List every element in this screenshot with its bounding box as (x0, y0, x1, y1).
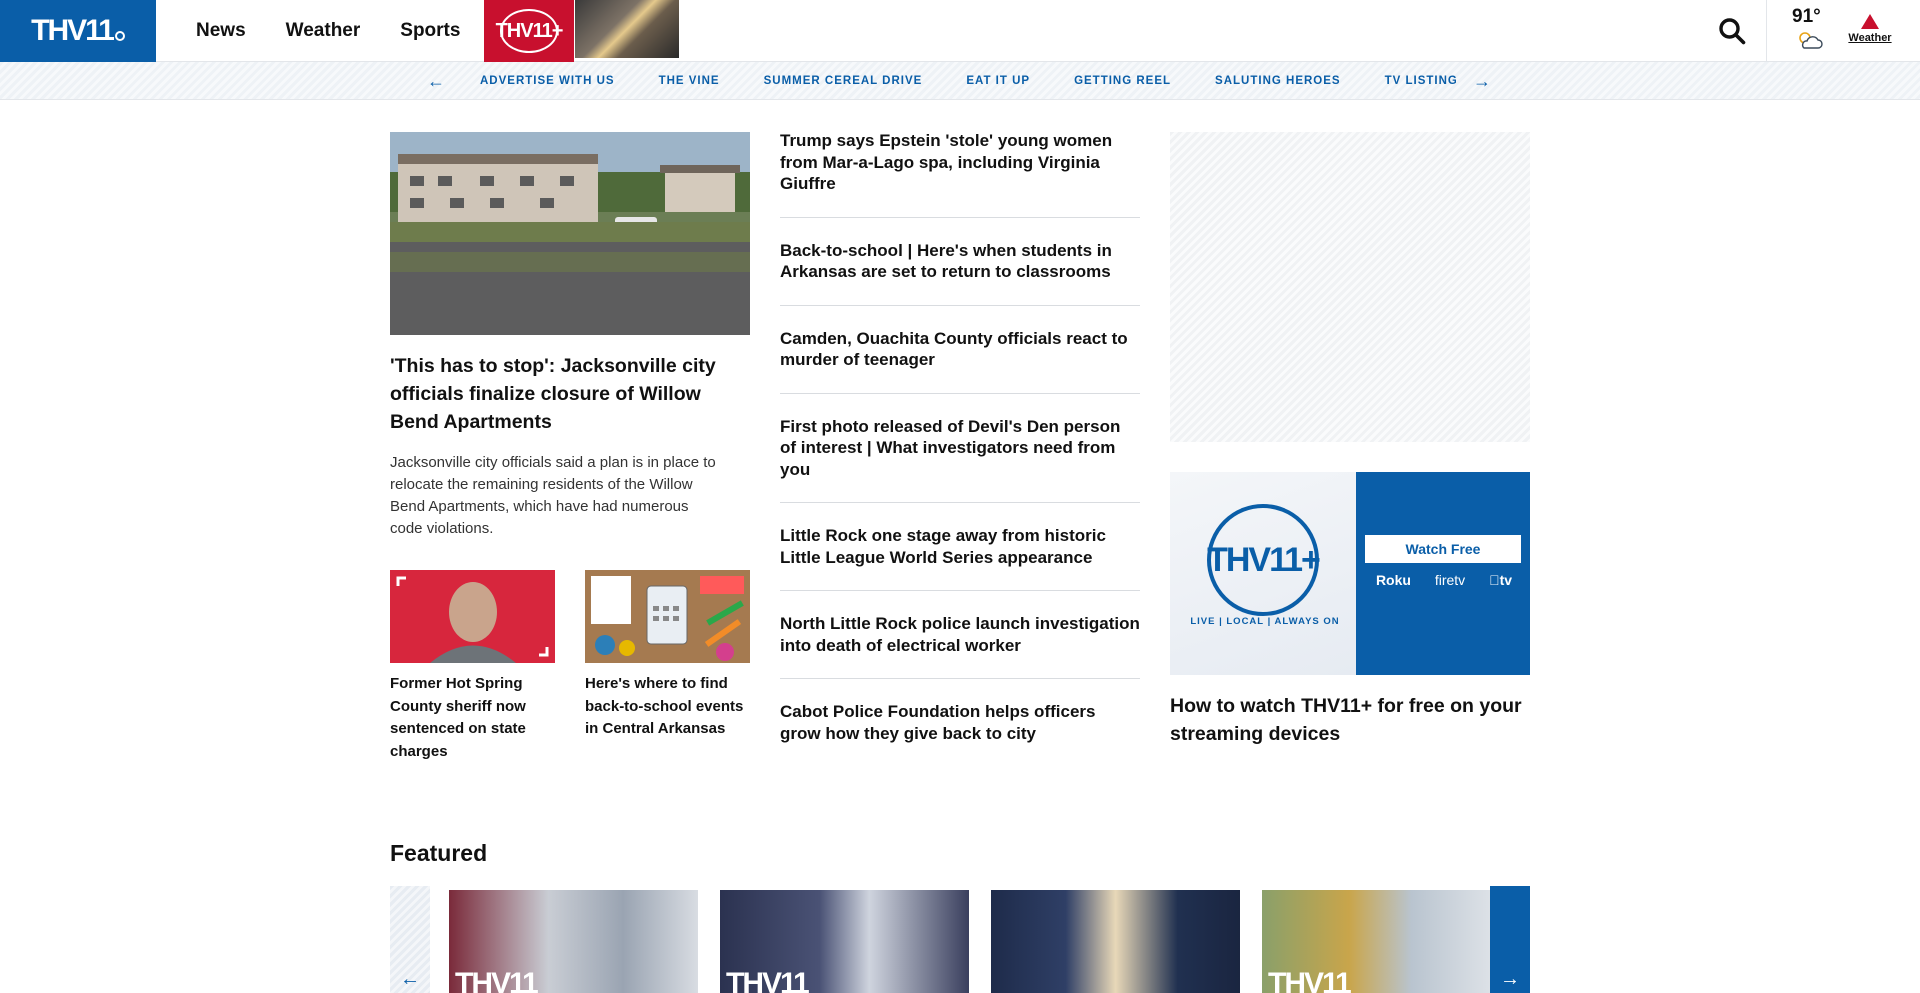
promo-thumbnail[interactable] (575, 0, 679, 58)
logo-dot-icon (114, 31, 125, 41)
headline-item[interactable]: Camden, Ouachita County officials react … (780, 328, 1140, 394)
apartment-photo (390, 132, 750, 335)
lead-story-title[interactable]: 'This has to stop': Jacksonville city of… (390, 352, 754, 436)
featured-heading: Featured (390, 840, 488, 866)
search-button[interactable] (1710, 10, 1754, 52)
subnav-item[interactable]: THE VINE (659, 75, 720, 87)
apple-tv-logo: tv (1489, 572, 1512, 588)
small-story-card[interactable]: Here's where to find back-to-school even… (585, 570, 750, 741)
small-story-caption: Former Hot Spring County sheriff now sen… (390, 675, 526, 760)
subnav-item[interactable]: TV LISTINGS (1385, 75, 1456, 87)
thv11-plus-logo-panel: THV11+ LIVE | LOCAL | ALWAYS ON (1170, 472, 1356, 675)
headline-item[interactable]: Cabot Police Foundation helps officers g… (780, 701, 1140, 766)
headline-item[interactable]: Trump says Epstein 'stole' young women f… (780, 130, 1140, 218)
small-story-card[interactable]: Former Hot Spring County sheriff now sen… (390, 570, 555, 763)
apple-tv-label: tv (1497, 572, 1512, 588)
site-header: THV11 News Weather Sports THV11+ 91° Wea… (0, 0, 1920, 62)
current-temperature[interactable]: 91° (1792, 6, 1821, 28)
subnav-item[interactable]: EAT IT UP (966, 75, 1030, 87)
school-supplies-thumbnail (585, 570, 750, 663)
headline-item[interactable]: First photo released of Devil's Den pers… (780, 416, 1140, 503)
lead-story-description: Jacksonville city officials said a plan … (390, 454, 716, 537)
featured-video-card[interactable]: THV11 (449, 890, 698, 993)
thv11-plus-promo-card[interactable]: THV11+ LIVE | LOCAL | ALWAYS ON Watch Fr… (1170, 472, 1530, 675)
featured-video-card[interactable]: THV11 (720, 890, 969, 993)
featured-next-button[interactable]: → (1490, 886, 1530, 993)
arrow-right-icon: → (1500, 968, 1520, 990)
firetv-logo: firetv (1434, 572, 1466, 588)
mugshot-thumbnail (390, 570, 555, 663)
alert-icon (1861, 14, 1879, 29)
ad-placeholder (1170, 132, 1530, 442)
streaming-panel: Watch Free Roku firetv tv (1356, 472, 1530, 675)
subnav-items: ADVERTISE WITH US THE VINE SUMMER CEREAL… (480, 62, 1456, 100)
thv11-plus-button[interactable]: THV11+ (484, 0, 574, 62)
headline-item[interactable]: Little Rock one stage away from historic… (780, 525, 1140, 591)
subnav-item[interactable]: ADVERTISE WITH US (480, 75, 615, 87)
nav-item-sports[interactable]: Sports (380, 0, 480, 62)
lead-story-image[interactable] (390, 132, 750, 335)
thv11-logo[interactable]: THV11 (0, 0, 156, 62)
subnav-next-arrow-icon[interactable]: → (1473, 72, 1491, 90)
featured-prev-button[interactable]: ← (390, 886, 430, 993)
thv11-plus-logo: THV11+ (496, 9, 563, 53)
nav-item-weather[interactable]: Weather (266, 0, 381, 62)
featured-video-card[interactable] (991, 890, 1240, 993)
watch-free-button[interactable]: Watch Free (1365, 535, 1521, 563)
headline-list: Trump says Epstein 'stole' young women f… (780, 130, 1140, 788)
video-watermark: THV11 (1268, 967, 1352, 993)
nav-item-news[interactable]: News (176, 0, 266, 62)
subnav-item[interactable]: SALUTING HEROES (1215, 75, 1341, 87)
partly-cloudy-icon (1799, 32, 1823, 49)
headline-item[interactable]: Back-to-school | Here's when students in… (780, 240, 1140, 306)
streaming-devices: Roku firetv tv (1364, 572, 1524, 588)
headline-item[interactable]: North Little Rock police launch investig… (780, 613, 1140, 679)
sub-nav: ← ADVERTISE WITH US THE VINE SUMMER CERE… (0, 62, 1920, 100)
small-story-caption: Here's where to find back-to-school even… (585, 675, 744, 737)
logo-text: THV11 (31, 14, 115, 47)
main-nav: News Weather Sports (176, 0, 480, 62)
weather-alert[interactable]: Weather (1842, 14, 1898, 44)
subnav-prev-arrow-icon[interactable]: ← (427, 72, 445, 90)
header-divider (1766, 0, 1767, 62)
subnav-item[interactable]: SUMMER CEREAL DRIVE (764, 75, 923, 87)
thv11-plus-circle-logo: THV11+ (1207, 504, 1321, 616)
video-watermark: THV11 (455, 967, 539, 993)
thv11-plus-promo-title[interactable]: How to watch THV11+ for free on your str… (1170, 692, 1530, 748)
roku-logo: Roku (1375, 572, 1411, 588)
thv11-plus-tagline: LIVE | LOCAL | ALWAYS ON (1190, 616, 1340, 627)
arrow-left-icon: ← (400, 968, 420, 990)
featured-video-card[interactable]: THV11 (1262, 890, 1511, 993)
video-watermark: THV11 (726, 967, 810, 993)
search-icon (1719, 18, 1746, 45)
weather-alert-label: Weather (1848, 32, 1892, 44)
subnav-item[interactable]: GETTING REEL (1074, 75, 1171, 87)
